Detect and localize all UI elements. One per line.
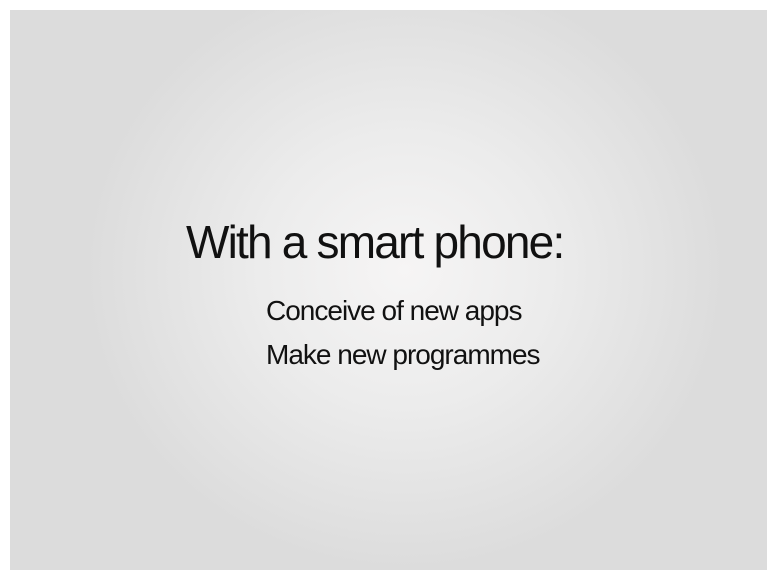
slide-frame: With a smart phone: Conceive of new apps… (10, 10, 767, 570)
bullet-list: Conceive of new apps Make new programmes (266, 289, 541, 377)
slide-title: With a smart phone: (186, 216, 565, 268)
bullet-item: Conceive of new apps (266, 295, 523, 326)
bullet-item: Make new programmes (266, 339, 541, 370)
